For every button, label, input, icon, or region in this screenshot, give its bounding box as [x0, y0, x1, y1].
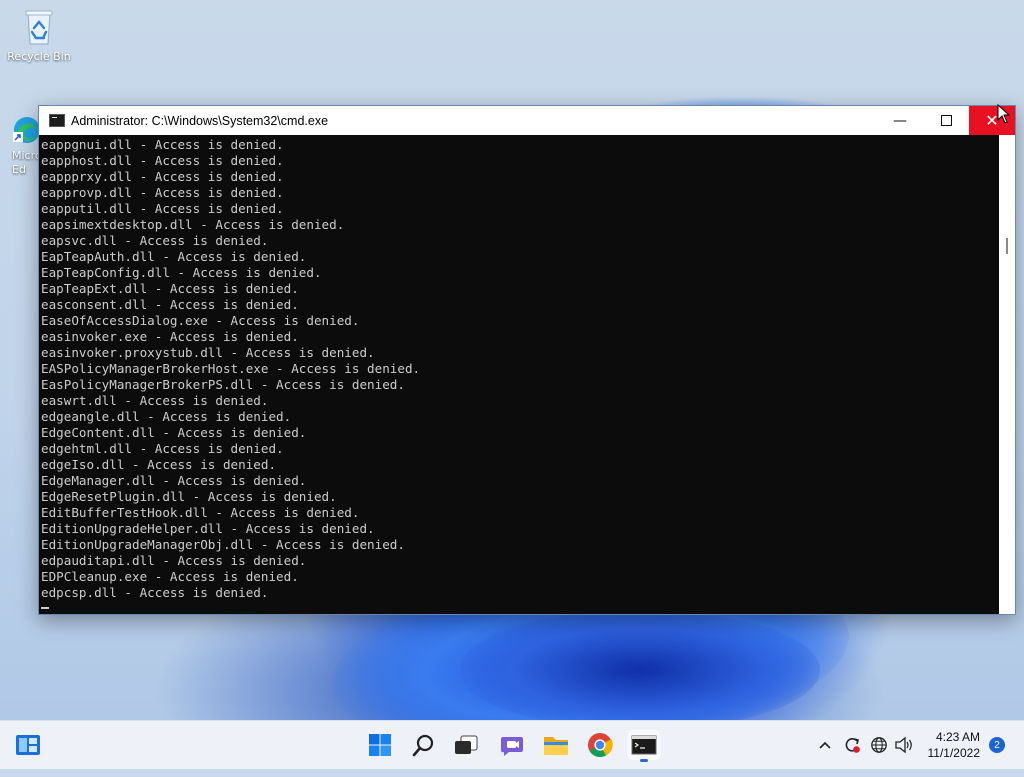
desktop-icon-recycle-bin[interactable]: Recycle Bin	[4, 8, 74, 63]
desktop-icon-label: Recycle Bin	[7, 50, 71, 63]
minimize-button[interactable]: —	[877, 106, 923, 135]
windows-update-icon	[845, 738, 860, 753]
desktop-icon-label: Micro Ed	[12, 149, 42, 176]
desktop-icon-edge[interactable]: Micro Ed	[0, 115, 42, 177]
console-line: edpauditapi.dll - Access is denied.	[41, 553, 307, 568]
terminal-button[interactable]	[628, 730, 660, 762]
console-line: EASPolicyManagerBrokerHost.exe - Access …	[41, 361, 421, 376]
tray-network-button[interactable]	[870, 721, 888, 769]
console-line: EdgeResetPlugin.dll - Access is denied.	[41, 489, 337, 504]
task-view-icon	[455, 735, 478, 754]
console-line: eappprxy.dll - Access is denied.	[41, 169, 284, 184]
chevron-up-icon	[819, 741, 831, 749]
chat-button[interactable]	[496, 730, 528, 760]
console-line: easconsent.dll - Access is denied.	[41, 297, 299, 312]
maximize-button[interactable]	[923, 106, 969, 135]
tray-volume-button[interactable]	[894, 721, 914, 769]
speaker-icon	[895, 736, 912, 754]
recycle-bin-icon	[21, 8, 57, 46]
console-line: edgeangle.dll - Access is denied.	[41, 409, 292, 424]
globe-icon	[871, 737, 887, 753]
console-line: EapTeapConfig.dll - Access is denied.	[41, 265, 322, 280]
file-explorer-button[interactable]	[540, 730, 572, 760]
wallpaper-bloom-core	[460, 610, 820, 730]
console-line: eappgnui.dll - Access is denied.	[41, 137, 284, 152]
console-scrollbar[interactable]	[999, 135, 1015, 614]
taskbar-clock[interactable]: 4:23 AM 11/1/2022	[928, 729, 981, 761]
mouse-cursor-icon	[997, 103, 1011, 124]
start-button[interactable]	[364, 730, 396, 760]
console-line: eapsimextdesktop.dll - Access is denied.	[41, 217, 345, 232]
chrome-icon	[588, 733, 613, 758]
cmd-window[interactable]: Administrator: C:\Windows\System32\cmd.e…	[38, 105, 1016, 615]
console-line: EapTeapExt.dll - Access is denied.	[41, 281, 299, 296]
console-line: easinvoker.exe - Access is denied.	[41, 329, 299, 344]
chat-icon	[500, 737, 523, 756]
tray-update-button[interactable]	[842, 721, 862, 769]
console-line: EditBufferTestHook.dll - Access is denie…	[41, 505, 360, 520]
file-explorer-icon	[544, 737, 568, 755]
search-button[interactable]	[408, 730, 440, 760]
console-caret	[41, 607, 49, 609]
console-line: EapTeapAuth.dll - Access is denied.	[41, 249, 307, 264]
console-line: EasPolicyManagerBrokerPS.dll - Access is…	[41, 377, 405, 392]
console-line: edgehtml.dll - Access is denied.	[41, 441, 284, 456]
widgets-icon	[16, 735, 40, 755]
cmd-app-icon	[49, 114, 65, 127]
console-line: EaseOfAccessDialog.exe - Access is denie…	[41, 313, 360, 328]
console-line: EditionUpgradeManagerObj.dll - Access is…	[41, 537, 405, 552]
console-line: EDPCleanup.exe - Access is denied.	[41, 569, 299, 584]
console-line: EdgeContent.dll - Access is denied.	[41, 425, 307, 440]
scrollbar-thumb[interactable]	[1006, 238, 1008, 254]
console-output[interactable]: eappgnui.dll - Access is denied. eapphost…	[39, 135, 999, 614]
notification-badge[interactable]: 2	[989, 737, 1005, 753]
tray-overflow-button[interactable]	[818, 721, 832, 769]
search-icon	[412, 734, 434, 757]
console-line: EdgeManager.dll - Access is denied.	[41, 473, 307, 488]
console-line: eapputil.dll - Access is denied.	[41, 201, 284, 216]
clock-time: 4:23 AM	[935, 730, 980, 744]
console-line: eapprovp.dll - Access is denied.	[41, 185, 284, 200]
clock-date: 11/1/2022	[927, 746, 981, 760]
window-title: Administrator: C:\Windows\System32\cmd.e…	[71, 113, 329, 128]
chrome-button[interactable]	[584, 730, 616, 760]
console-line: easinvoker.proxystub.dll - Access is den…	[41, 345, 375, 360]
terminal-icon	[631, 735, 657, 755]
console-line: edpcsp.dll - Access is denied.	[41, 585, 269, 600]
widgets-button[interactable]	[12, 730, 44, 760]
console-line: eapsvc.dll - Access is denied.	[41, 233, 269, 248]
console-line: edgeIso.dll - Access is denied.	[41, 457, 277, 472]
console-line: easwrt.dll - Access is denied.	[41, 393, 269, 408]
console-line: EditionUpgradeHelper.dll - Access is den…	[41, 521, 375, 536]
start-icon	[369, 734, 391, 756]
taskbar: 4:23 AM 11/1/2022 2	[0, 720, 1024, 769]
task-view-button[interactable]	[450, 730, 482, 760]
window-titlebar[interactable]: Administrator: C:\Windows\System32\cmd.e…	[39, 106, 1015, 135]
console-line: eapphost.dll - Access is denied.	[41, 153, 284, 168]
maximize-icon	[940, 115, 952, 126]
